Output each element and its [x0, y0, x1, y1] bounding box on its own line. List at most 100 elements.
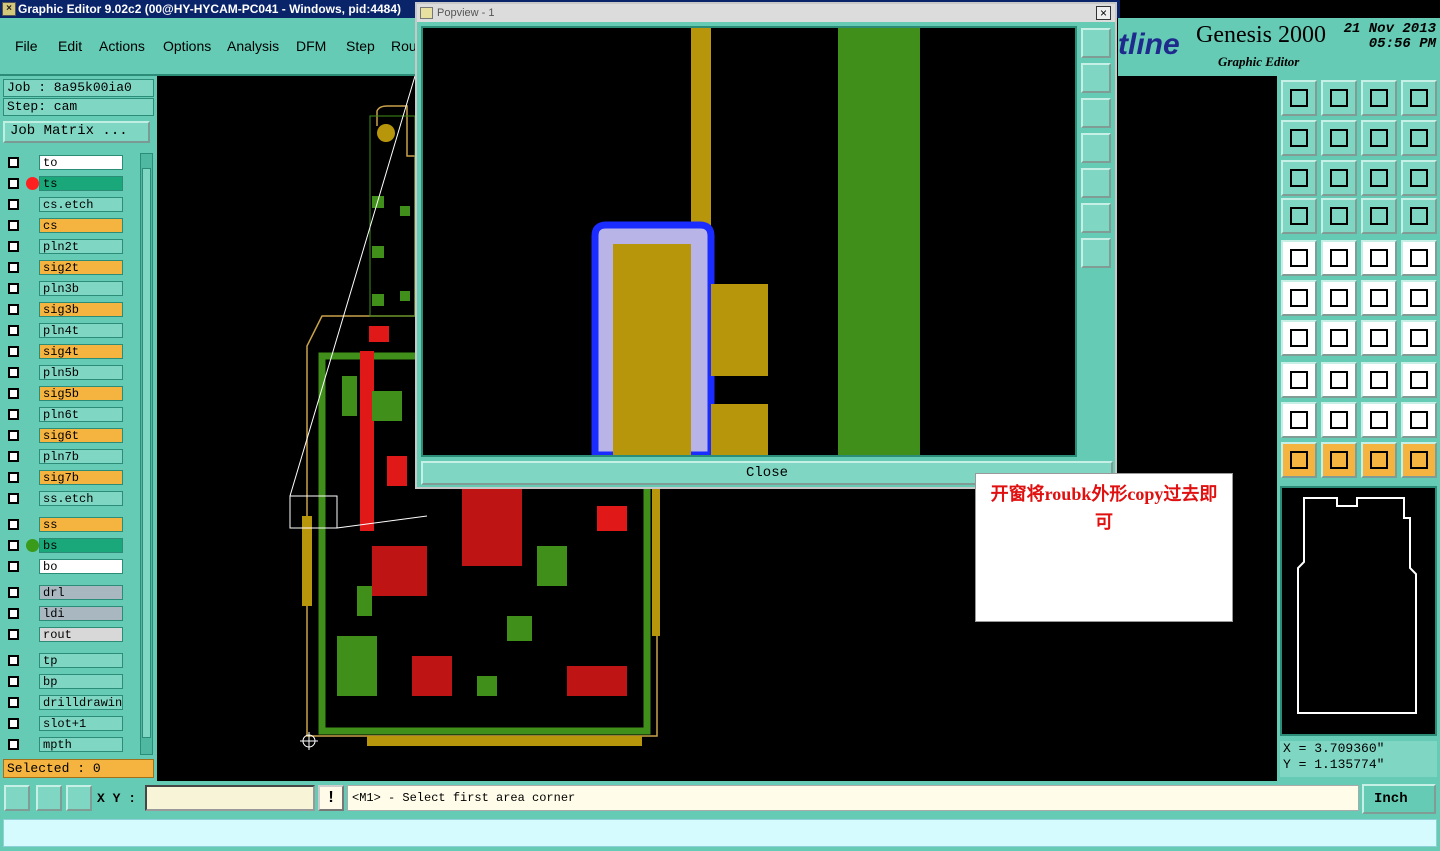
layer-checkbox[interactable]: [8, 430, 19, 441]
palette-icon[interactable]: [1281, 198, 1317, 234]
layer-row[interactable]: mpth: [4, 737, 139, 753]
home-icon[interactable]: [1361, 80, 1397, 116]
layer-row[interactable]: tp: [4, 653, 139, 669]
move-icon[interactable]: [1361, 280, 1397, 316]
layer-row[interactable]: to: [4, 155, 139, 171]
scrollbar-thumb[interactable]: [142, 168, 151, 738]
menu-step[interactable]: Step: [346, 38, 375, 54]
layer-name[interactable]: sig3b: [39, 302, 123, 317]
layer-diff-icon[interactable]: [1401, 198, 1437, 234]
layer-name[interactable]: cs.etch: [39, 197, 123, 212]
layer-row[interactable]: pln2t: [4, 239, 139, 255]
snap-icon[interactable]: [1281, 362, 1317, 398]
layer-name[interactable]: slot+1: [39, 716, 123, 731]
layer-checkbox[interactable]: [8, 718, 19, 729]
layer-checkbox[interactable]: [8, 409, 19, 420]
dimension-icon[interactable]: [1321, 362, 1357, 398]
layer-name[interactable]: ts: [39, 176, 123, 191]
menu-actions[interactable]: Actions: [99, 38, 145, 54]
layer-name[interactable]: bp: [39, 674, 123, 689]
undo-zoom-icon[interactable]: [1361, 120, 1397, 156]
layer-name[interactable]: pln5b: [39, 365, 123, 380]
layer-name[interactable]: pln2t: [39, 239, 123, 254]
layer-checkbox[interactable]: [8, 220, 19, 231]
layer-name[interactable]: pln6t: [39, 407, 123, 422]
layer-compare-icon[interactable]: [1361, 198, 1397, 234]
layer-checkbox[interactable]: [8, 519, 19, 530]
grid-icon[interactable]: [66, 785, 92, 811]
layer-checkbox[interactable]: [8, 472, 19, 483]
layer-name[interactable]: sig4t: [39, 344, 123, 359]
layer-row[interactable]: bs: [4, 538, 139, 554]
layer-row[interactable]: pln5b: [4, 365, 139, 381]
layer-checkbox[interactable]: [8, 325, 19, 336]
layer-checkbox[interactable]: [8, 178, 19, 189]
triangle2-icon[interactable]: [1321, 402, 1357, 438]
layer-name[interactable]: pln3b: [39, 281, 123, 296]
layer-name[interactable]: sig2t: [39, 260, 123, 275]
ruler-icon[interactable]: [1361, 240, 1397, 276]
layer-row[interactable]: pln4t: [4, 323, 139, 339]
connect-icon[interactable]: [1281, 280, 1317, 316]
pad-icon[interactable]: [1401, 240, 1437, 276]
zoom-in-icon[interactable]: [1081, 203, 1111, 233]
xy-input[interactable]: [145, 785, 315, 811]
layer-name[interactable]: cs: [39, 218, 123, 233]
copy-icon[interactable]: [1401, 280, 1437, 316]
popview-close-icon[interactable]: ×: [1096, 6, 1111, 20]
angle-icon[interactable]: [1281, 320, 1317, 356]
menu-edit[interactable]: Edit: [58, 38, 82, 54]
select-net-icon[interactable]: [1321, 240, 1357, 276]
layer-name[interactable]: drl: [39, 585, 123, 600]
alert-button[interactable]: !: [318, 785, 344, 811]
window-down-icon[interactable]: [1321, 80, 1357, 116]
center-icon[interactable]: [1321, 160, 1357, 196]
grid-toggle-icon[interactable]: [1321, 198, 1357, 234]
layer-checkbox[interactable]: [8, 367, 19, 378]
menu-file[interactable]: File: [15, 38, 38, 54]
pan-left-icon[interactable]: [1081, 133, 1111, 163]
triangle3-icon[interactable]: [1361, 402, 1397, 438]
layer-name[interactable]: to: [39, 155, 123, 170]
pan-up-icon[interactable]: [1081, 63, 1111, 93]
layer-name[interactable]: pln4t: [39, 323, 123, 338]
help-icon[interactable]: [1401, 160, 1437, 196]
layer-row[interactable]: sig2t: [4, 260, 139, 276]
layer-name[interactable]: ldi: [39, 606, 123, 621]
layer-name[interactable]: bo: [39, 559, 123, 574]
layer-checkbox[interactable]: [8, 199, 19, 210]
layer-checkbox[interactable]: [8, 739, 19, 750]
snap-left-icon[interactable]: [1281, 120, 1317, 156]
layer-row[interactable]: pln6t: [4, 407, 139, 423]
overview-map[interactable]: [1280, 486, 1437, 736]
layer-checkbox[interactable]: [8, 608, 19, 619]
layer-row[interactable]: drilldrawing: [4, 695, 139, 711]
arc-icon[interactable]: [1361, 320, 1397, 356]
layer-name[interactable]: sig7b: [39, 470, 123, 485]
layer-name[interactable]: bs: [39, 538, 123, 553]
zoom-home-icon[interactable]: [1081, 28, 1111, 58]
unit-selector[interactable]: Inch: [1362, 784, 1436, 814]
layer-row[interactable]: pln7b: [4, 449, 139, 465]
menu-dfm[interactable]: DFM: [296, 38, 326, 54]
layer-row[interactable]: drl: [4, 585, 139, 601]
pointer-box-icon[interactable]: [1321, 442, 1357, 478]
measure-icon[interactable]: [1361, 362, 1397, 398]
layer-checkbox[interactable]: [8, 540, 19, 551]
measure-icon[interactable]: [36, 785, 62, 811]
layer-checkbox[interactable]: [8, 346, 19, 357]
layer-name[interactable]: tp: [39, 653, 123, 668]
pan-right-icon[interactable]: [1081, 168, 1111, 198]
layer-row[interactable]: pln3b: [4, 281, 139, 297]
layer-row[interactable]: cs: [4, 218, 139, 234]
layer-row[interactable]: sig5b: [4, 386, 139, 402]
layer-row[interactable]: slot+1: [4, 716, 139, 732]
layer-name[interactable]: ss: [39, 517, 123, 532]
layer-checkbox[interactable]: [8, 283, 19, 294]
select-feature-icon[interactable]: [1281, 240, 1317, 276]
layer-name[interactable]: mpth: [39, 737, 123, 752]
job-matrix-button[interactable]: Job Matrix ...: [3, 121, 150, 143]
split-icon[interactable]: [1401, 80, 1437, 116]
pointer-icon[interactable]: [1281, 442, 1317, 478]
layer-row[interactable]: bo: [4, 559, 139, 575]
